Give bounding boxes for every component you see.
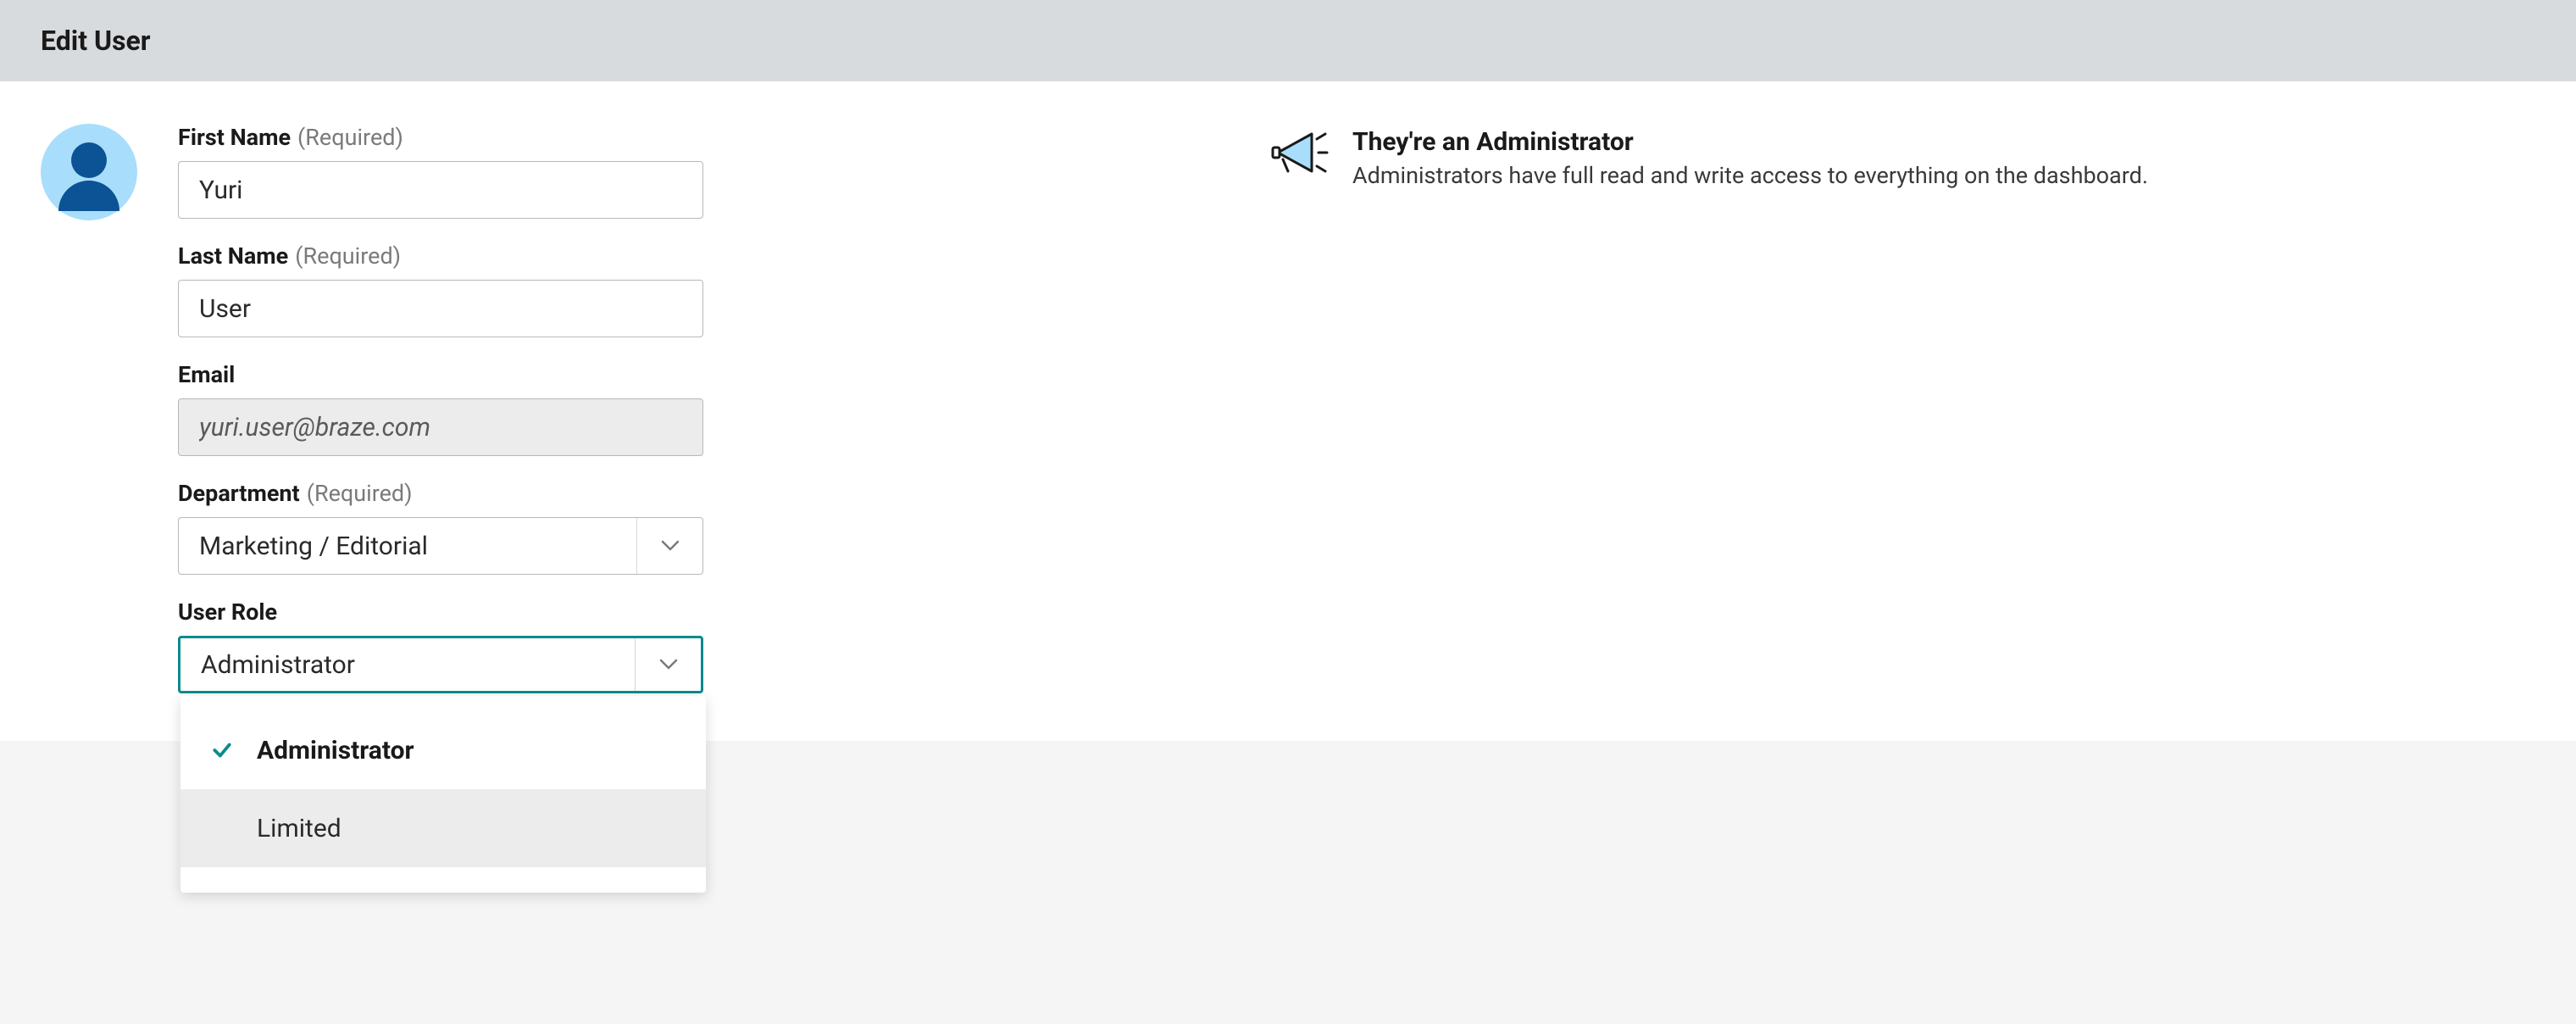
chevron-down-icon bbox=[659, 659, 678, 671]
email-label-row: Email bbox=[178, 361, 703, 388]
last-name-field-group: Last Name (Required) bbox=[178, 242, 703, 337]
chevron-down-icon bbox=[661, 540, 680, 552]
last-name-label: Last Name bbox=[178, 242, 288, 270]
department-select-value: Marketing / Editorial bbox=[179, 531, 636, 561]
department-required-indicator: (Required) bbox=[307, 480, 413, 507]
department-label: Department bbox=[178, 480, 300, 507]
megaphone-icon bbox=[1269, 127, 1329, 178]
first-name-field-group: First Name (Required) bbox=[178, 124, 703, 219]
department-select[interactable]: Marketing / Editorial bbox=[178, 517, 703, 575]
last-name-input[interactable] bbox=[178, 280, 703, 337]
page-title: Edit User bbox=[41, 25, 151, 57]
dropdown-item-label: Limited bbox=[257, 814, 341, 843]
user-role-caret bbox=[635, 638, 701, 691]
email-field-group: Email bbox=[178, 361, 703, 456]
email-label: Email bbox=[178, 361, 235, 388]
info-panel: They're an Administrator Administrators … bbox=[1269, 127, 2148, 189]
page-header: Edit User bbox=[0, 0, 2576, 81]
user-role-select-value: Administrator bbox=[180, 650, 635, 680]
user-role-label: User Role bbox=[178, 598, 277, 626]
department-caret bbox=[636, 518, 702, 574]
form-column: First Name (Required) Last Name (Require… bbox=[178, 124, 703, 693]
dropdown-item-administrator[interactable]: Administrator bbox=[180, 711, 706, 789]
first-name-label-row: First Name (Required) bbox=[178, 124, 703, 151]
last-name-required-indicator: (Required) bbox=[295, 242, 401, 270]
first-name-required-indicator: (Required) bbox=[297, 124, 403, 151]
dropdown-item-label: Administrator bbox=[257, 736, 414, 765]
user-role-dropdown: Administrator Limited bbox=[180, 696, 706, 893]
user-role-field-group: User Role Administrator Administrator bbox=[178, 598, 703, 693]
info-description: Administrators have full read and write … bbox=[1352, 162, 2148, 189]
first-name-label: First Name bbox=[178, 124, 291, 151]
department-field-group: Department (Required) Marketing / Editor… bbox=[178, 480, 703, 575]
first-name-input[interactable] bbox=[178, 161, 703, 219]
last-name-label-row: Last Name (Required) bbox=[178, 242, 703, 270]
avatar bbox=[41, 124, 137, 220]
department-label-row: Department (Required) bbox=[178, 480, 703, 507]
info-title: They're an Administrator bbox=[1352, 127, 2148, 157]
content-area: First Name (Required) Last Name (Require… bbox=[0, 81, 2576, 741]
email-input bbox=[178, 398, 703, 456]
user-role-select[interactable]: Administrator Administrator bbox=[178, 636, 703, 693]
check-icon bbox=[211, 739, 233, 761]
dropdown-item-limited[interactable]: Limited bbox=[180, 789, 706, 867]
info-text: They're an Administrator Administrators … bbox=[1352, 127, 2148, 189]
user-role-label-row: User Role bbox=[178, 598, 703, 626]
